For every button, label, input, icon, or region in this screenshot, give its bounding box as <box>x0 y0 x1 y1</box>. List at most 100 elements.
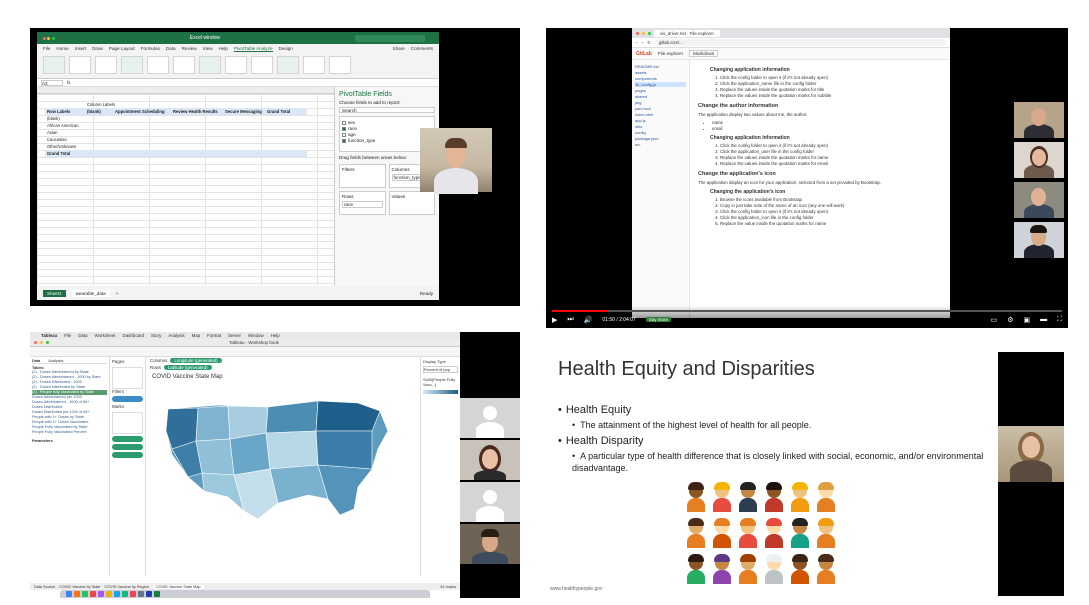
excel-window[interactable]: Excel window File Home Insert Draw Page … <box>37 32 439 300</box>
close-icon[interactable] <box>34 341 37 344</box>
ribbon-button[interactable] <box>173 56 195 74</box>
participant-video[interactable] <box>1014 102 1064 138</box>
data-tab[interactable]: Data <box>32 359 40 363</box>
comments-button[interactable]: Comments <box>411 46 433 51</box>
file-tree-item[interactable]: README.md <box>635 64 686 69</box>
browser-tab[interactable]: vis_driver.md · File explorer <box>654 29 720 37</box>
slide-share-panel[interactable]: Health Equity and Disparities Health Equ… <box>546 352 1068 596</box>
file-tree-item[interactable]: index.html <box>635 112 686 117</box>
values-area[interactable]: Values <box>388 191 435 215</box>
file-tree-item[interactable]: yarn.lock <box>635 106 686 111</box>
sheet-tab[interactable]: COVID Vaccine by State <box>59 585 100 589</box>
sheet-tab[interactable]: COVID Vaccine by Region <box>104 585 148 589</box>
branch-selector[interactable]: Markdown <box>689 50 719 57</box>
menu-item[interactable]: Data <box>78 333 87 338</box>
menu-item[interactable]: File <box>64 333 71 338</box>
miniplayer-icon[interactable]: ▣ <box>1023 316 1030 324</box>
ribbon-button[interactable] <box>199 56 221 74</box>
participant-video[interactable] <box>1014 182 1064 218</box>
menu-item[interactable]: Tableau <box>41 333 57 338</box>
field-item[interactable]: function_type <box>342 138 432 143</box>
file-tree-item[interactable]: config <box>635 130 686 135</box>
gitlab-logo[interactable]: GitLab <box>636 51 652 57</box>
legend-pane[interactable]: Display Type Percent of pop. SUM(People … <box>420 357 460 576</box>
marks-card[interactable] <box>112 412 143 434</box>
tab-file[interactable]: File <box>43 46 50 51</box>
sheet-tab[interactable]: Data Source <box>34 585 55 589</box>
us-choropleth-map[interactable] <box>158 391 398 531</box>
tab-page-layout[interactable]: Page Layout <box>109 46 135 51</box>
checkbox-icon[interactable] <box>342 132 346 137</box>
file-tree-item[interactable]: pages <box>635 88 686 93</box>
browser-window[interactable]: vis_driver.md · File explorer ‹ › ↻ gitl… <box>632 28 950 318</box>
spreadsheet-grid[interactable]: Column Labels Row Labels (blank) Appoint… <box>37 87 335 286</box>
add-sheet-icon[interactable]: + <box>116 291 119 296</box>
data-pane[interactable]: Data Analytics Tables (2) - Doses Admini… <box>30 357 110 576</box>
tableau-window[interactable]: Tableau File Data Worksheet Dashboard St… <box>30 332 460 598</box>
pivot-table[interactable]: Column Labels Row Labels (blank) Appoint… <box>45 101 307 157</box>
worksheet-view[interactable]: Columns Longitude (generated) Rows Latit… <box>146 357 420 576</box>
analytics-tab[interactable]: Analytics <box>48 359 63 363</box>
participant-video[interactable] <box>1014 222 1064 258</box>
ribbon-button[interactable] <box>147 56 169 74</box>
field-item[interactable]: age <box>342 132 432 137</box>
participant-video[interactable] <box>420 128 492 194</box>
checkbox-icon[interactable] <box>342 126 346 131</box>
search-input[interactable] <box>355 34 425 42</box>
close-icon[interactable] <box>636 31 639 35</box>
gitlab-share-panel[interactable]: vis_driver.md · File explorer ‹ › ↻ gitl… <box>546 28 1068 328</box>
ribbon-button[interactable] <box>277 56 299 74</box>
field-item[interactable]: race <box>342 126 432 131</box>
pages-card[interactable] <box>112 367 143 389</box>
file-tree-item[interactable]: components <box>635 76 686 81</box>
participant-video[interactable] <box>460 440 520 480</box>
url-bar[interactable]: gitlab.com/... <box>654 39 946 46</box>
captions-icon[interactable]: ▭ <box>991 316 998 324</box>
participant-placeholder[interactable] <box>460 398 520 438</box>
dock-app-icon[interactable] <box>98 591 104 597</box>
file-tree-item[interactable]: assets <box>635 70 686 75</box>
ribbon-button[interactable] <box>69 56 91 74</box>
dock-app-icon[interactable] <box>130 591 136 597</box>
chapter-chip[interactable]: Say more <box>645 317 672 322</box>
file-tree-item[interactable]: shared <box>635 94 686 99</box>
menu-item[interactable]: Server <box>228 333 241 338</box>
menu-item[interactable]: Format <box>207 333 221 338</box>
tab-help[interactable]: Help <box>219 46 228 51</box>
tab-draw[interactable]: Draw <box>92 46 103 51</box>
reload-icon[interactable]: ↻ <box>647 40 651 46</box>
toolbar[interactable] <box>30 347 460 357</box>
dock-app-icon[interactable] <box>154 591 160 597</box>
participant-video[interactable] <box>460 524 520 564</box>
columns-pill[interactable]: Longitude (generated) <box>170 358 222 363</box>
tab-data[interactable]: Data <box>166 46 176 51</box>
maximize-icon[interactable] <box>648 31 651 35</box>
ribbon-button[interactable] <box>43 56 65 74</box>
file-tree[interactable]: README.md assets components lib_config.j… <box>632 60 690 318</box>
dock-app-icon[interactable] <box>114 591 120 597</box>
checkbox-icon[interactable] <box>342 120 346 125</box>
project-label[interactable]: File explorer <box>658 51 683 56</box>
dock-app-icon[interactable] <box>106 591 112 597</box>
ribbon-button[interactable] <box>303 56 325 74</box>
share-button[interactable]: Share <box>393 46 405 51</box>
file-tree-item[interactable]: app.js <box>635 118 686 123</box>
marks-pill[interactable] <box>112 436 143 442</box>
ribbon-button[interactable] <box>225 56 247 74</box>
participant-placeholder[interactable] <box>460 482 520 522</box>
close-icon[interactable] <box>43 36 46 40</box>
ribbon-button[interactable] <box>121 56 143 74</box>
tab-review[interactable]: Review <box>182 46 197 51</box>
sheet-tab[interactable]: COVID Vaccine State Map <box>152 584 204 589</box>
dock-app-icon[interactable] <box>122 591 128 597</box>
back-icon[interactable]: ‹ <box>636 40 638 45</box>
minimize-icon[interactable] <box>40 341 43 344</box>
rows-field-pill[interactable]: race <box>342 201 383 208</box>
theater-icon[interactable]: ▬ <box>1040 316 1047 323</box>
dock-app-icon[interactable] <box>146 591 152 597</box>
menu-item[interactable]: Story <box>151 333 161 338</box>
tableau-share-panel[interactable]: Tableau File Data Worksheet Dashboard St… <box>30 332 520 598</box>
dock-app-icon[interactable] <box>66 591 72 597</box>
settings-icon[interactable]: ⚙ <box>1007 316 1013 324</box>
minimize-icon[interactable] <box>47 36 51 40</box>
